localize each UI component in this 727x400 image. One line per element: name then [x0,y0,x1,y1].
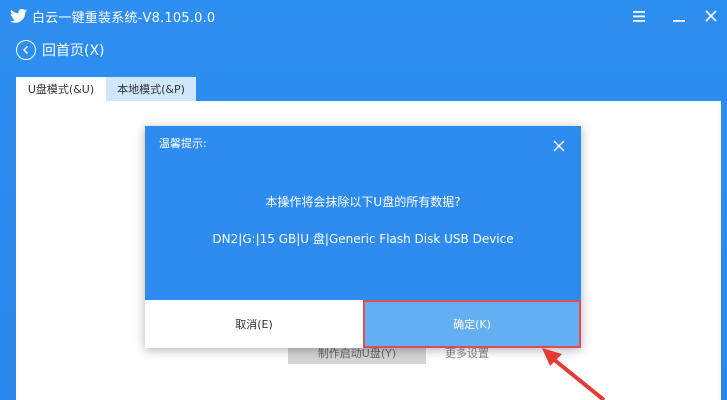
close-icon[interactable] [700,5,722,27]
dialog-header: 温馨提示: 本操作将会抹除以下U盘的所有数据? DN2|G:|15 GB|U 盘… [145,126,581,300]
dialog-message: 本操作将会抹除以下U盘的所有数据? [265,195,461,209]
dialog-title: 温馨提示: [159,137,207,150]
tab-local-mode[interactable]: 本地模式(&P) [106,77,196,101]
red-arrow-annotation-icon [542,348,606,400]
confirm-dialog: 温馨提示: 本操作将会抹除以下U盘的所有数据? DN2|G:|15 GB|U 盘… [145,126,581,348]
title-bar: 白云一键重装系统-V8.105.0.0 [0,0,727,32]
hamburger-menu-glyph [633,10,645,22]
app-title: 白云一键重装系统-V8.105.0.0 [32,11,216,26]
tab-u-disk-mode[interactable]: U盘模式(&U) [16,77,106,101]
close-glyph [705,10,717,22]
minimize-glyph [673,20,685,22]
cancel-button[interactable]: 取消(E) [145,300,363,348]
back-home-label: 回首页(X) [42,43,105,59]
hamburger-menu-icon[interactable] [628,5,650,27]
arrow-left-glyph [22,45,29,55]
dialog-close-icon[interactable] [551,138,567,154]
back-home-button[interactable]: 回首页(X) [16,38,105,62]
confirm-button[interactable]: 确定(K) [363,300,581,348]
dialog-device-info: DN2|G:|15 GB|U 盘|Generic Flash Disk USB … [212,232,514,246]
arrow-left-circle-icon [16,40,36,60]
bird-logo-icon [10,8,28,23]
minimize-icon[interactable] [668,5,690,27]
app-window: 白云一键重装系统-V8.105.0.0 回首页(X) U盘模式(&U) 本地模式… [0,0,727,400]
